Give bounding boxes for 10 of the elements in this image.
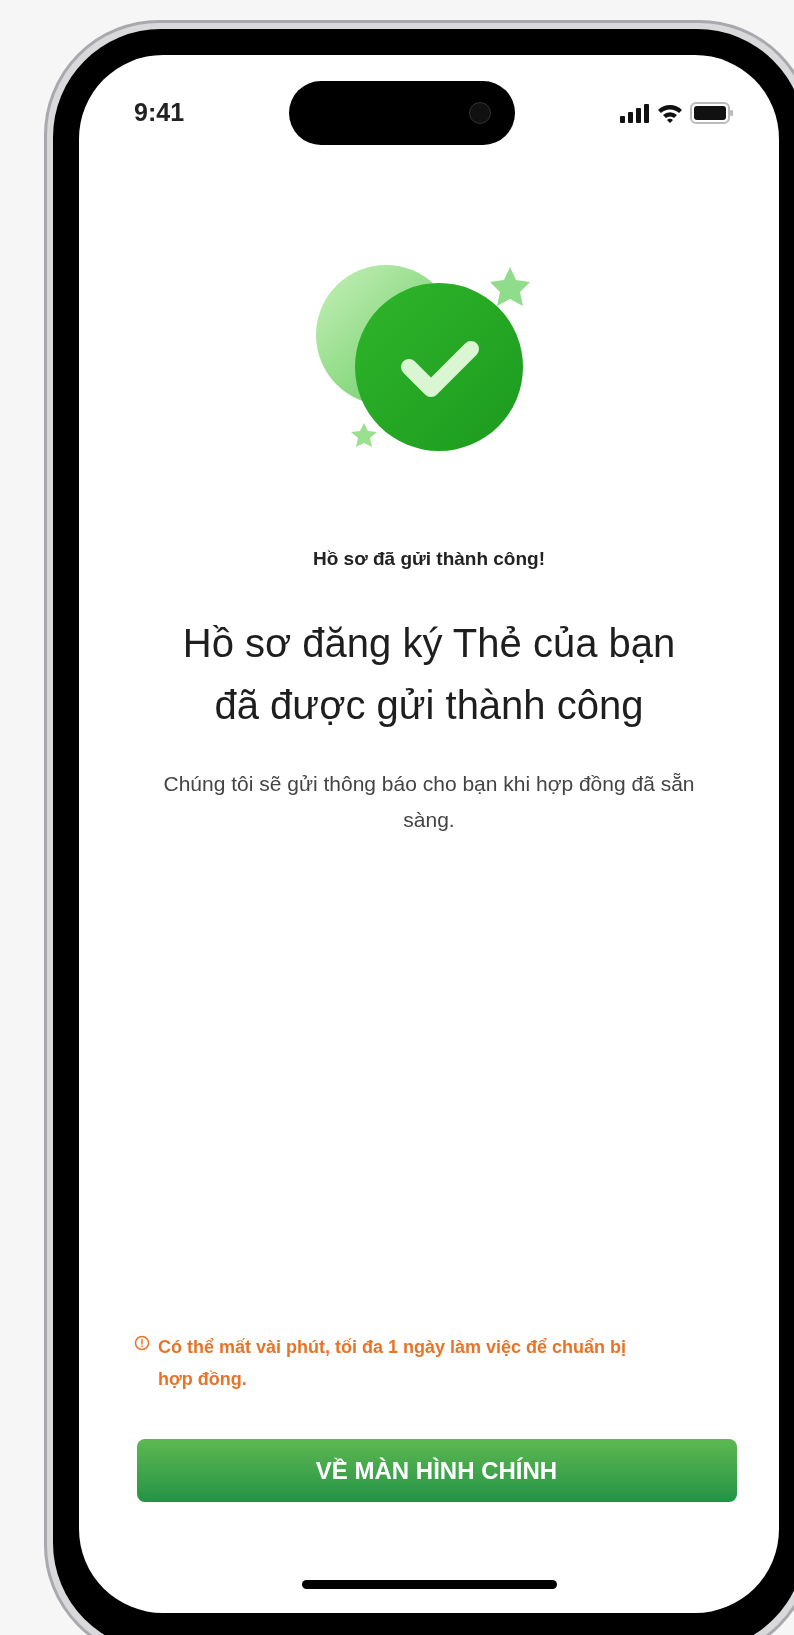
info-icon	[134, 1335, 150, 1351]
home-button[interactable]: VỀ MÀN HÌNH CHÍNH	[136, 1439, 737, 1502]
battery-icon	[690, 102, 734, 124]
notice-text: Có thể mất vài phút, tối đa 1 ngày làm việc để chuẩn bị hợp đồng.	[158, 1336, 628, 1391]
success-caption: Hồ sơ đã gửi thành công!	[312, 547, 545, 571]
signal-icon	[620, 103, 650, 123]
status-time: 9:41	[134, 97, 185, 129]
wifi-icon	[656, 103, 684, 123]
success-heading: Hồ sơ đăng ký Thẻ của bạn đã được gửi thành công	[181, 619, 677, 729]
success-message: Chúng tôi sẽ gửi thông báo cho bạn khi hợp đồng đã sẵn sàng.	[162, 770, 696, 833]
